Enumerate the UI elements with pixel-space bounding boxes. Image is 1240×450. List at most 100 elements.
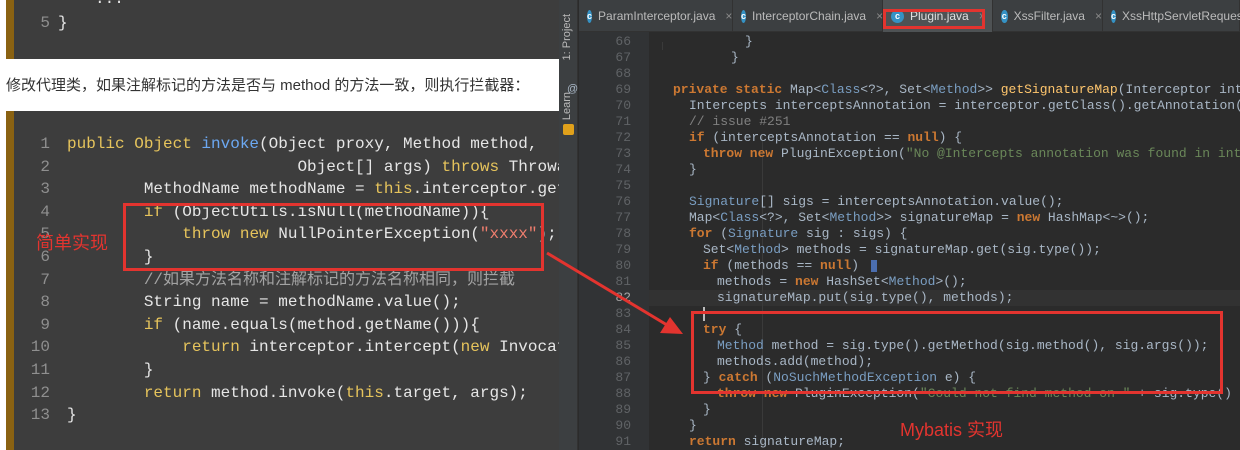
tab-paraminterceptor[interactable]: c ParamInterceptor.java × xyxy=(579,0,733,32)
code-line: return interceptor.intercept(new Invocat… xyxy=(182,338,559,357)
close-icon[interactable]: × xyxy=(1095,9,1102,23)
code-line: } xyxy=(745,34,753,49)
line-number: 11 xyxy=(30,361,50,379)
code-block-accent-bar xyxy=(6,111,14,450)
code-line: } xyxy=(731,50,739,65)
learn-icon[interactable] xyxy=(563,124,574,135)
tab-label: XssHttpServletRequestW xyxy=(1122,9,1240,23)
close-icon[interactable]: × xyxy=(725,9,732,23)
line-number: 4 xyxy=(40,202,50,221)
class-icon: c xyxy=(741,9,747,23)
code-line: } xyxy=(67,406,77,425)
code-line: MethodName methodName = this.interceptor… xyxy=(67,180,559,199)
line-number: 89 xyxy=(615,402,631,417)
line-number: 10 xyxy=(30,338,50,357)
code-line: return method.invoke(this.target, args); xyxy=(143,383,528,402)
line-number: 86 xyxy=(615,354,631,369)
code-line: Intercepts interceptsAnnotation = interc… xyxy=(689,98,1240,113)
line-number: 73 xyxy=(615,146,631,161)
code-block-proxy-invoke: 1 2 3 4 5 6 7 8 9 10 11 12 13 public Obj… xyxy=(6,111,559,450)
line-number: 78 xyxy=(615,226,631,241)
code-line: Set<Method> methods = signatureMap.get(s… xyxy=(703,242,1101,257)
tab-interceptorchain[interactable]: c InterceptorChain.java × xyxy=(733,0,883,32)
code-line: if (methods == null) xyxy=(703,258,877,274)
ide-window: 1: Project Learn c ParamInterceptor.java… xyxy=(559,0,1240,450)
line-number: 80 xyxy=(615,258,631,273)
code-block-previous: ... 5 } xyxy=(6,0,559,59)
indent-guide xyxy=(662,42,663,50)
line-number: 84 xyxy=(615,322,631,337)
line-number: 8 xyxy=(40,293,50,312)
learn-tool-tab[interactable]: Learn xyxy=(561,92,573,120)
code-line: private static Map<Class<?>, Set<Method>… xyxy=(673,82,1240,97)
line-number: 70 xyxy=(615,98,631,113)
line-number: 2 xyxy=(40,157,50,176)
line-number: 88 xyxy=(615,386,631,401)
code-ellipsis: ... xyxy=(95,0,124,11)
line-number: 12 xyxy=(30,383,50,402)
tab-xsshttpservletrequest[interactable]: c XssHttpServletRequestW xyxy=(1103,0,1240,32)
class-icon: c xyxy=(1111,9,1117,23)
code-line: } xyxy=(703,402,711,417)
tab-label: InterceptorChain.java xyxy=(752,9,867,23)
simple-impl-label: 简单实现 xyxy=(36,233,108,253)
code-line: } xyxy=(689,162,697,177)
code-line: if (interceptsAnnotation == null) { xyxy=(689,130,963,145)
line-number: 3 xyxy=(40,180,50,199)
article-panel: ... 5 } 修改代理类，如果注解标记的方法是否与 method 的方法一致，… xyxy=(0,0,559,450)
line-number: 67 xyxy=(615,50,631,65)
line-number: 90 xyxy=(615,418,631,433)
tab-xssfilter[interactable]: c XssFilter.java × xyxy=(993,0,1103,32)
code-line: } xyxy=(689,418,697,433)
code-line: Map<Class<?>, Set<Method>> signatureMap … xyxy=(689,210,1150,225)
code-line: Object[] args) throws Throwabl xyxy=(67,157,559,176)
line-number: 71 xyxy=(615,114,631,129)
code-line: Signature[] sigs = interceptsAnnotation.… xyxy=(689,194,1064,209)
override-marker-icon[interactable]: @ xyxy=(567,83,578,95)
code-line: public Object invoke(Object proxy, Metho… xyxy=(67,135,538,153)
line-number: 76 xyxy=(615,194,631,209)
code-comment: //如果方法名称和注解标记的方法名称相同，则拦截 xyxy=(67,270,516,289)
highlight-box-plugin-tab xyxy=(883,9,985,29)
line-number: 85 xyxy=(615,338,631,353)
article-paragraph: 修改代理类，如果注解标记的方法是否与 method 的方法一致，则执行拦截器： xyxy=(6,77,530,94)
code-block-accent-bar xyxy=(6,0,14,59)
code-comment: // issue #251 xyxy=(689,114,791,129)
code-line: } xyxy=(58,14,68,32)
code-line: methods = new HashSet<Method>(); xyxy=(717,274,967,289)
line-number: 74 xyxy=(615,162,631,177)
line-number: 72 xyxy=(615,130,631,145)
class-icon: c xyxy=(1001,9,1008,23)
line-number: 1 xyxy=(40,135,50,153)
line-number: 7 xyxy=(40,270,50,289)
line-number: 9 xyxy=(40,315,50,334)
code-line: } xyxy=(67,361,154,379)
mybatis-impl-label: Mybatis 实现 xyxy=(900,420,1004,440)
line-number-current: 82 xyxy=(615,290,631,305)
code-line: String name = methodName.value(); xyxy=(67,293,461,312)
line-number: 5 xyxy=(40,14,50,32)
line-number: 75 xyxy=(615,178,631,193)
line-gutter: 66 67 68 69 70 71 72 73 74 75 76 77 78 7… xyxy=(567,32,649,450)
code-line: throw new PluginException("No @Intercept… xyxy=(703,146,1240,161)
code-line: if (name.equals(method.getName())){ xyxy=(143,315,480,334)
line-number: 68 xyxy=(615,66,631,81)
code-line: return signatureMap; xyxy=(689,434,846,449)
line-number: 83 xyxy=(615,306,631,321)
project-tool-tab[interactable]: 1: Project xyxy=(561,14,573,60)
code-line: signatureMap.put(sig.type(), methods); xyxy=(717,290,1014,305)
tool-window-strip: 1: Project Learn xyxy=(559,0,578,450)
line-number: 66 xyxy=(615,34,631,49)
tab-label: ParamInterceptor.java xyxy=(598,9,716,23)
line-number: 91 xyxy=(615,434,631,449)
line-number: 87 xyxy=(615,370,631,385)
line-number: 69 xyxy=(615,82,631,97)
line-number: 13 xyxy=(30,406,50,425)
class-icon: c xyxy=(587,9,593,23)
tab-label: XssFilter.java xyxy=(1013,9,1085,23)
line-number: 77 xyxy=(615,210,631,225)
line-number: 81 xyxy=(615,274,631,289)
code-line: for (Signature sig : sigs) { xyxy=(689,226,908,241)
highlight-box-mybatis xyxy=(691,311,1223,394)
line-number: 79 xyxy=(615,242,631,257)
